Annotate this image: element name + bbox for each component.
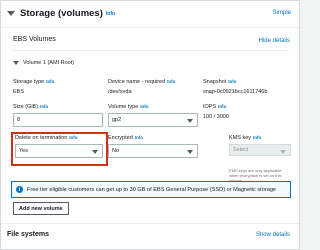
divider (1, 27, 299, 28)
hide-details-link[interactable]: Hide details (259, 38, 290, 44)
file-systems-title: File systems (7, 231, 50, 238)
kms-key-placeholder: Select (233, 147, 249, 153)
add-new-volume-button[interactable]: Add new volume (13, 202, 69, 215)
delete-on-termination-info-link[interactable]: Info (69, 135, 77, 140)
free-tier-text: Free tier eligible customers can get up … (27, 186, 277, 193)
collapse-caret-icon[interactable] (7, 11, 15, 16)
kms-key-select[interactable]: Select (229, 144, 291, 156)
collapse-caret-icon[interactable] (13, 61, 19, 65)
iops-value: 100 / 3000 (203, 114, 229, 120)
chevron-down-icon (280, 150, 286, 154)
encrypted-label: Encrypted Info (108, 135, 144, 141)
volume-1-title: Volume 1 (AMI Root) (23, 60, 75, 66)
storage-type-value: EBS (13, 89, 25, 95)
chevron-down-icon (187, 119, 193, 123)
divider (1, 223, 299, 224)
volume-type-value: gp2 (112, 117, 122, 123)
free-tier-banner: i Free tier eligible customers can get u… (11, 181, 291, 198)
volume-type-select[interactable]: gp2 (108, 113, 198, 127)
delete-on-termination-select[interactable]: Yes (15, 144, 103, 158)
storage-header[interactable]: Storage (volumes) Info (7, 8, 115, 19)
storage-type-info-link[interactable]: Info (46, 79, 54, 84)
kms-key-info-link[interactable]: Info (253, 135, 261, 140)
storage-type-label: Storage type Info (13, 79, 55, 85)
device-name-value: /dev/xvda (108, 89, 132, 95)
size-value: 8 (17, 117, 21, 123)
info-icon: i (16, 186, 23, 193)
chevron-down-icon (92, 150, 98, 154)
encrypted-select[interactable]: No (108, 144, 198, 158)
delete-on-termination-value: Yes (19, 148, 28, 154)
encrypted-info-link[interactable]: Info (135, 135, 143, 140)
divider (11, 50, 289, 51)
storage-title: Storage (volumes) (20, 8, 103, 19)
size-input[interactable]: 8 (13, 113, 103, 127)
snapshot-label: Snapshot Info (203, 79, 237, 85)
snapshot-info-link[interactable]: Info (228, 79, 236, 84)
snapshot-value: snap-0c0921bcc1611746b (203, 89, 268, 95)
ebs-volumes-title: EBS Volumes (13, 36, 56, 43)
device-name-info-link[interactable]: Info (167, 79, 175, 84)
volume-1-header[interactable]: Volume 1 (AMI Root) (13, 60, 74, 66)
volume-type-info-link[interactable]: Info (140, 104, 148, 109)
kms-key-label: KMS key Info (229, 135, 262, 141)
encrypted-value: No (112, 148, 120, 154)
device-name-label: Device name - required Info (108, 79, 176, 85)
size-label: Size (GiB) Info (13, 104, 49, 110)
storage-panel: Storage (volumes) Info Simple EBS Volume… (0, 0, 300, 250)
delete-on-termination-label: Delete on termination Info (15, 135, 78, 141)
storage-info-link[interactable]: Info (106, 11, 115, 17)
chevron-down-icon (187, 150, 193, 154)
iops-label: IOPS Info (203, 104, 227, 110)
volume-type-label: Volume type Info (108, 104, 149, 110)
iops-info-link[interactable]: Info (218, 104, 226, 109)
show-details-link[interactable]: Show details (256, 232, 290, 238)
simple-link[interactable]: Simple (273, 10, 291, 16)
size-info-link[interactable]: Info (40, 104, 48, 109)
